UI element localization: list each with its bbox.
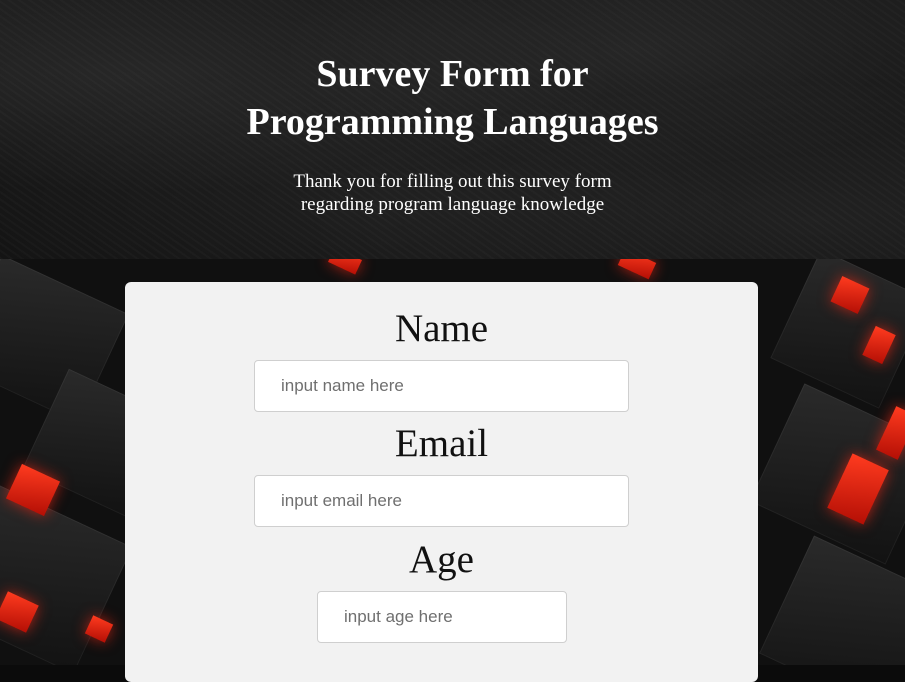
page-title-line-1: Survey Form for <box>316 53 589 95</box>
survey-form: Name Email Age <box>125 282 758 682</box>
page-title-line-2: Programming Languages <box>246 101 659 143</box>
age-label: Age <box>409 538 474 581</box>
page-description-line-1: Thank you for filling out this survey fo… <box>293 171 612 192</box>
page-title: Survey Form for Programming Languages <box>0 50 905 146</box>
page-header: Survey Form for Programming Languages Th… <box>0 0 905 259</box>
email-input[interactable] <box>254 475 629 527</box>
email-label: Email <box>394 422 489 465</box>
name-label: Name <box>394 307 489 350</box>
page-description: Thank you for filling out this survey fo… <box>0 170 905 216</box>
name-input[interactable] <box>254 360 629 412</box>
age-input[interactable] <box>317 591 567 643</box>
page-description-line-2: regarding program language knowledge <box>300 194 605 215</box>
